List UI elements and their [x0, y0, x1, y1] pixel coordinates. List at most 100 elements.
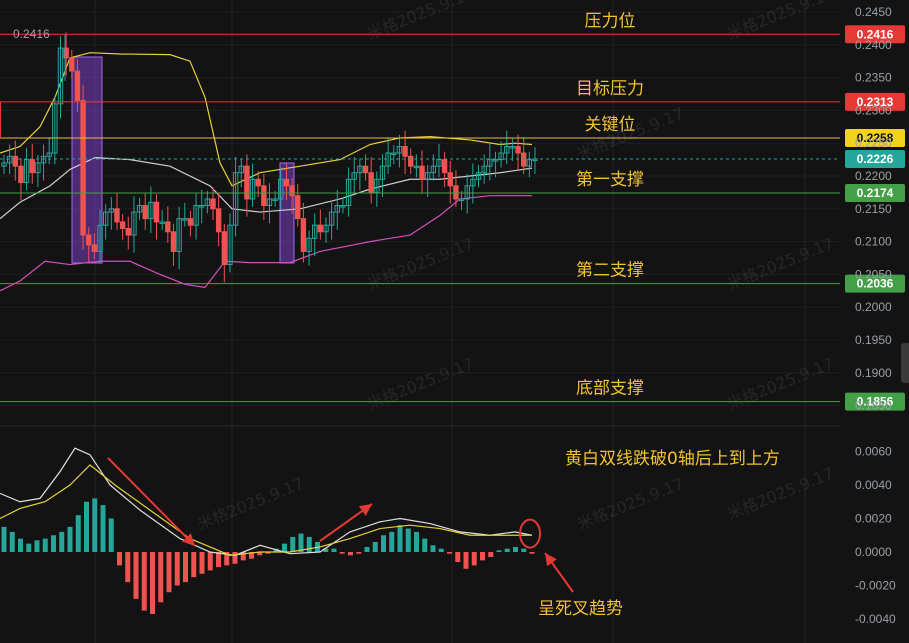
- candle-body: [317, 224, 324, 233]
- scroll-handle[interactable]: [901, 343, 909, 383]
- candle-body: [300, 218, 307, 252]
- candle-body: [165, 221, 171, 233]
- macd-bar: [141, 552, 147, 611]
- macd-tick: 0.0040: [855, 478, 892, 492]
- macd-bar: [67, 526, 73, 552]
- chart-canvas[interactable]: 米格2025.9.17 米格2025.9.17米格2025.9.17米格2025.…: [0, 0, 909, 643]
- candle-body: [142, 205, 148, 220]
- macd-bar: [447, 552, 452, 554]
- macd-annotation: 黄白双线跌破0轴后上到上方: [565, 449, 780, 469]
- macd-bar: [480, 552, 485, 561]
- candle-body: [447, 172, 453, 187]
- price-tick: 0.2450: [855, 5, 892, 19]
- candle-body: [215, 208, 222, 233]
- macd-bar: [18, 538, 23, 552]
- macd-bar: [372, 541, 378, 552]
- level-label: 压力位: [585, 11, 636, 31]
- cross-annotation: 呈死叉趋势: [538, 599, 623, 619]
- price-tick: 0.2000: [855, 300, 892, 314]
- level-tag-text: 0.2226: [857, 152, 894, 166]
- macd-bar: [125, 552, 131, 583]
- price-tick: 0.2400: [855, 38, 892, 52]
- candle-body: [29, 159, 35, 174]
- macd-bar: [199, 552, 205, 574]
- macd-bar: [158, 552, 164, 603]
- candle-body: [362, 165, 369, 174]
- macd-bar: [488, 552, 494, 558]
- macd-bar: [471, 552, 477, 566]
- macd-bar: [504, 548, 510, 552]
- candle-body: [368, 172, 374, 193]
- macd-bar: [92, 498, 98, 552]
- macd-bar: [290, 536, 296, 552]
- macd-bar: [207, 552, 213, 571]
- macd-bar: [414, 531, 419, 552]
- high-marker-label: 0.2416: [13, 27, 50, 41]
- candle-body: [283, 178, 290, 187]
- macd-bar: [133, 552, 139, 599]
- candle-body: [295, 195, 301, 220]
- macd-bar: [282, 543, 287, 552]
- candle-body: [18, 165, 24, 184]
- price-tick: 0.2200: [855, 169, 892, 183]
- macd-bar: [150, 552, 155, 614]
- level-label: 关键位: [585, 115, 636, 135]
- candle-body: [153, 201, 160, 223]
- price-tick: 0.2250: [855, 136, 892, 150]
- macd-tick: 0.0000: [855, 545, 892, 559]
- candle-body: [289, 185, 295, 197]
- macd-bar: [455, 552, 461, 563]
- level-tag-text: 0.2174: [857, 186, 894, 200]
- candle-body: [86, 234, 92, 246]
- macd-bar: [59, 531, 65, 552]
- macd-bar: [174, 552, 180, 586]
- candle-body: [187, 218, 194, 226]
- macd-bar: [117, 552, 122, 566]
- macd-bar: [84, 501, 89, 552]
- macd-bar: [166, 552, 172, 593]
- candle-body: [125, 227, 131, 236]
- macd-tick: 0.0060: [855, 445, 892, 459]
- price-tick: 0.2150: [855, 202, 892, 216]
- candle-body: [91, 244, 98, 252]
- macd-tick: -0.0040: [855, 612, 896, 626]
- candle-body: [408, 155, 414, 167]
- macd-bar: [232, 552, 238, 564]
- candle-body: [74, 70, 81, 102]
- price-tick: 0.1850: [855, 399, 892, 413]
- macd-bar: [496, 550, 502, 552]
- macd-bar: [356, 552, 362, 554]
- macd-bar: [513, 546, 518, 552]
- macd-bar: [521, 548, 527, 552]
- macd-bar: [51, 535, 56, 552]
- candle-body: [521, 152, 527, 167]
- macd-bar: [1, 526, 7, 552]
- macd-bar: [422, 538, 428, 552]
- macd-bar: [306, 536, 312, 552]
- candle-body: [453, 185, 459, 200]
- macd-bar: [397, 525, 403, 552]
- candle-body: [402, 145, 408, 157]
- macd-bar: [75, 515, 81, 552]
- macd-tick: -0.0020: [855, 579, 896, 593]
- price-tick: 0.2300: [855, 103, 892, 117]
- candle-body: [69, 57, 75, 72]
- macd-bar: [339, 552, 345, 554]
- macd-bar: [529, 552, 535, 554]
- macd-bar: [42, 538, 48, 552]
- price-tick: 0.2100: [855, 235, 892, 249]
- level-label: 底部支撑: [576, 379, 644, 399]
- candle-body: [119, 221, 126, 229]
- macd-bar: [331, 548, 337, 552]
- level-label: 目标压力: [576, 79, 644, 99]
- macd-bar: [389, 531, 395, 552]
- macd-bar: [348, 552, 353, 556]
- price-tick: 0.2350: [855, 71, 892, 85]
- macd-bar: [430, 545, 436, 552]
- macd-bar: [216, 552, 221, 568]
- macd-bar: [191, 552, 197, 578]
- macd-bar: [100, 505, 106, 552]
- macd-bar: [183, 552, 188, 583]
- macd-tick: 0.0020: [855, 512, 892, 526]
- macd-bar: [463, 552, 469, 569]
